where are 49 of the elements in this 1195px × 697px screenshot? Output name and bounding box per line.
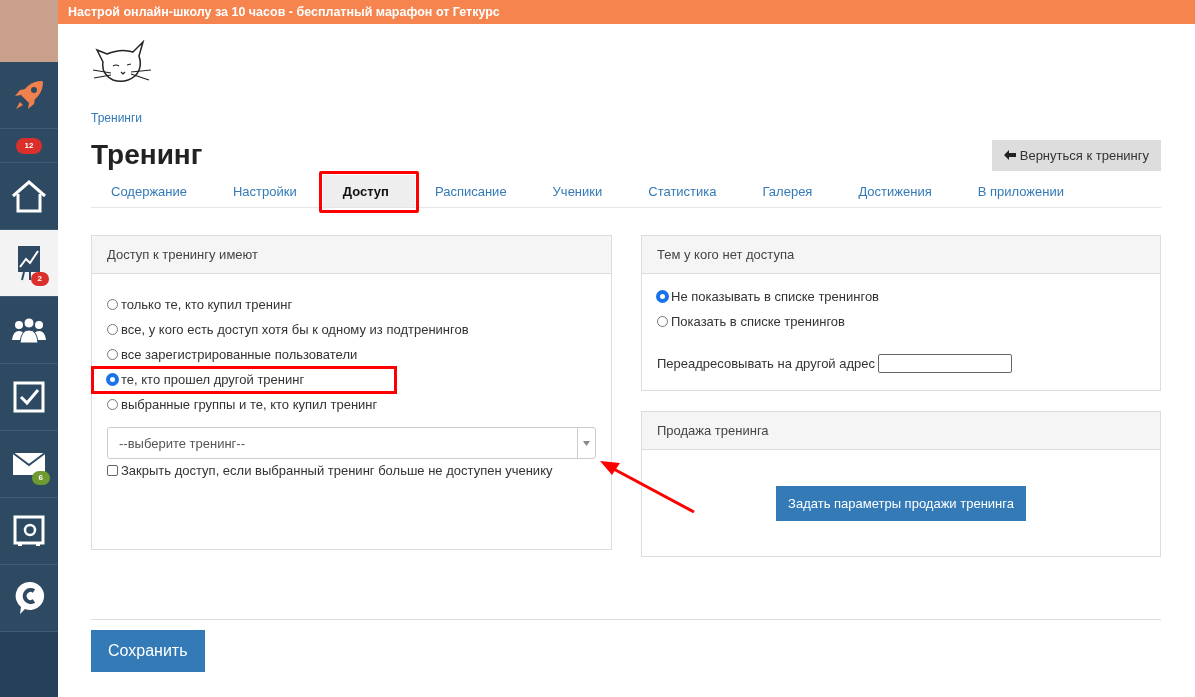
checkbox[interactable]: [107, 465, 118, 476]
sidebar-item[interactable]: 12: [0, 129, 58, 163]
people-icon: [11, 316, 47, 344]
count-badge: 12: [15, 137, 43, 154]
sidebar-item[interactable]: 2: [0, 230, 58, 297]
radio-button[interactable]: [107, 374, 118, 385]
arrow-left-icon: [1003, 150, 1016, 160]
back-button[interactable]: Вернуться к тренингу: [991, 139, 1161, 171]
tab[interactable]: Статистика: [628, 175, 743, 207]
radio-label[interactable]: Не показывать в списке тренингов: [671, 289, 880, 304]
tab[interactable]: Содержание: [91, 175, 213, 207]
tab[interactable]: Достижения: [838, 175, 958, 207]
count-badge: 2: [30, 272, 49, 286]
tab[interactable]: В приложении: [957, 175, 1090, 207]
breadcrumb-link[interactable]: Тренинги: [91, 111, 143, 125]
sale-settings-button[interactable]: Задать параметры продажи тренинга: [776, 485, 1026, 521]
chat-bubble-icon: [13, 580, 45, 616]
radio-label[interactable]: выбранные группы и те, кто купил тренинг: [121, 397, 378, 412]
radio-label[interactable]: Показать в списке тренингов: [671, 314, 845, 329]
safe-icon: [13, 515, 45, 547]
checkbox-icon: [13, 381, 45, 413]
training-select[interactable]: --выберите тренинг--: [107, 427, 596, 459]
home-icon: [11, 179, 47, 213]
radio-label[interactable]: только те, кто купил тренинг: [121, 297, 293, 312]
radio-label[interactable]: все, у кого есть доступ хотя бы к одному из подтренингов: [121, 322, 469, 337]
tab[interactable]: Галерея: [742, 175, 839, 207]
panel-title: Продажа тренинга: [657, 423, 769, 438]
checkbox-label[interactable]: Закрыть доступ, если выбранный тренинг больше не доступен ученику: [121, 463, 553, 478]
rocket-icon: [12, 78, 46, 112]
radio-button[interactable]: [657, 291, 668, 302]
input-field[interactable]: [878, 354, 1012, 373]
photo-placeholder: [0, 0, 58, 62]
tab[interactable]: Ученики: [532, 175, 629, 207]
radio-label[interactable]: те, кто прошел другой тренинг: [121, 372, 305, 387]
envelope-icon: [12, 452, 46, 476]
field-label: Переадресовывать на другой адрес: [657, 356, 875, 371]
tab[interactable]: Расписание: [414, 175, 533, 207]
count-badge: 6: [31, 471, 50, 485]
radio-label[interactable]: все зарегистрированные пользователи: [121, 347, 358, 362]
page-title: Тренинг: [91, 139, 203, 171]
panel-title: Доступ к тренингу имеют: [107, 247, 258, 262]
chart-board-icon: [16, 245, 42, 281]
tab[interactable]: Настройки: [213, 175, 323, 207]
caret-icon: [583, 440, 590, 446]
promo-banner[interactable]: Настрой онлайн-школу за 10 часов - бесплатный марафон от Геткурс: [58, 0, 1195, 24]
tab[interactable]: Доступ: [322, 175, 415, 207]
save-button[interactable]: Сохранить: [91, 630, 205, 672]
sidebar-item[interactable]: 6: [0, 431, 58, 498]
panel-title: Тем у кого нет доступа: [657, 247, 795, 262]
